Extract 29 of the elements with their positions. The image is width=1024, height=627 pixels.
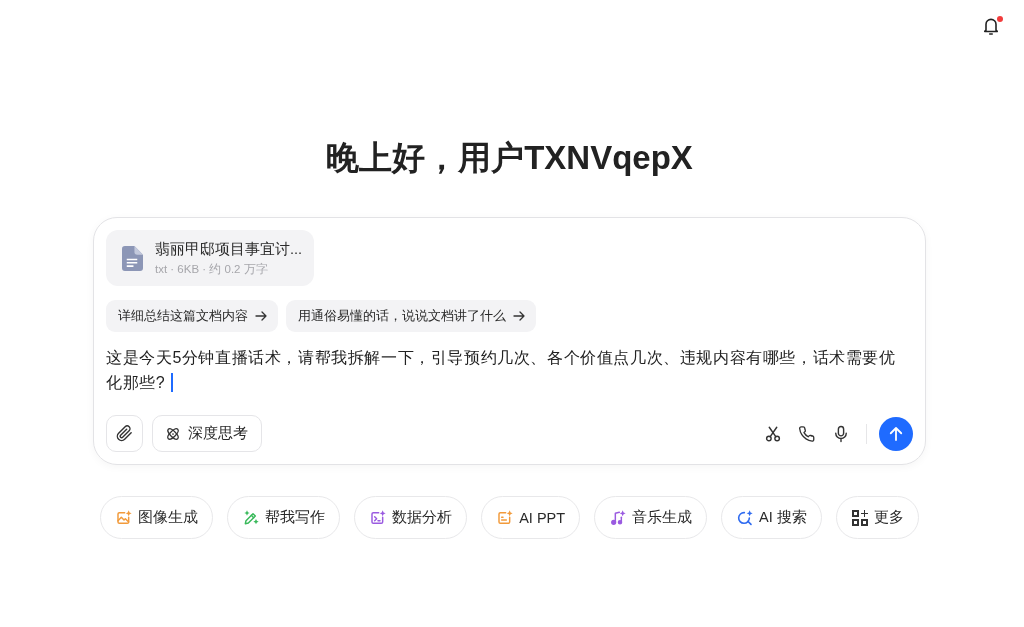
- paperclip-icon: [116, 425, 133, 442]
- greeting-title: 晚上好，用户TXNVqepX: [326, 138, 693, 178]
- text-cursor: [171, 373, 173, 392]
- phone-icon[interactable]: [798, 424, 816, 443]
- document-icon: [122, 245, 143, 271]
- suggestion-chip[interactable]: 用通俗易懂的话，说说文档讲了什么: [286, 300, 536, 332]
- tool-button[interactable]: AI 搜索: [721, 496, 822, 539]
- attach-button[interactable]: [106, 415, 143, 452]
- arrow-right-icon: [255, 310, 267, 322]
- atom-icon: [165, 425, 181, 442]
- arrow-up-icon: [887, 424, 905, 443]
- scissors-icon[interactable]: [764, 424, 782, 443]
- notification-button[interactable]: [981, 16, 1001, 36]
- suggestion-chip[interactable]: 详细总结这篇文档内容: [106, 300, 278, 332]
- tool-button[interactable]: AI PPT: [481, 496, 581, 539]
- send-button[interactable]: [879, 416, 913, 451]
- bell-icon: [981, 16, 1001, 36]
- file-name: 翡丽甲邸项目事宜讨...: [155, 240, 303, 258]
- deep-think-button[interactable]: 深度思考: [152, 415, 262, 452]
- file-attachment-card[interactable]: 翡丽甲邸项目事宜讨... txt · 6KB · 约 0.2 万字: [106, 230, 314, 286]
- tool-button[interactable]: 帮我写作: [227, 496, 341, 539]
- tool-button[interactable]: 数据分析: [354, 496, 468, 539]
- file-meta: txt · 6KB · 约 0.2 万字: [155, 262, 269, 276]
- arrow-right-icon: [513, 310, 525, 322]
- tool-button[interactable]: 音乐生成: [594, 496, 708, 539]
- tool-button[interactable]: 更多: [835, 496, 919, 539]
- tool-button[interactable]: 图像生成: [100, 496, 214, 539]
- message-input[interactable]: 这是今天5分钟直播话术，请帮我拆解一下，引导预约几次、各个价值点几次、违规内容有哪些，话术需要优化那些?: [106, 345, 904, 395]
- microphone-icon[interactable]: [832, 424, 850, 443]
